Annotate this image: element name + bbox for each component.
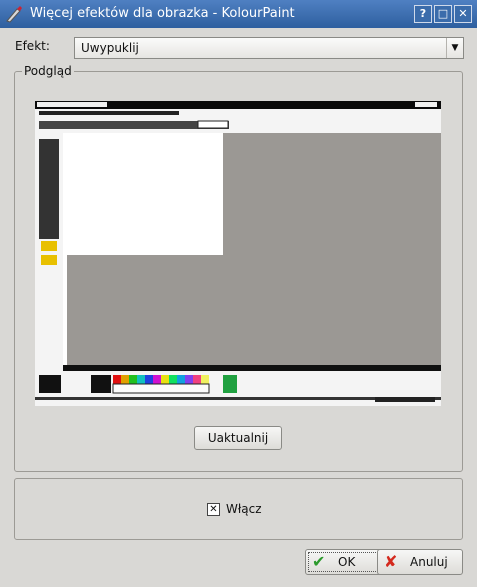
preview-group-title: Podgląd (22, 64, 74, 78)
enable-checkbox[interactable]: ✕ (207, 503, 220, 516)
effect-label: Efekt: (15, 39, 50, 53)
enable-label[interactable]: Włącz (226, 502, 262, 516)
maximize-button[interactable]: □ (434, 5, 452, 23)
cancel-x-icon: ✘ (384, 552, 398, 571)
ok-label: OK (338, 555, 356, 569)
preview-image (35, 101, 441, 406)
effect-combobox[interactable]: Uwypuklij ▼ (74, 37, 464, 59)
chevron-down-icon[interactable]: ▼ (446, 38, 463, 58)
checkmark-icon: ✔ (312, 552, 326, 571)
preview-embossed-screenshot (35, 101, 441, 406)
help-button[interactable]: ? (414, 5, 432, 23)
refresh-button[interactable]: Uaktualnij (194, 426, 282, 450)
window-title: Więcej efektów dla obrazka - KolourPaint (30, 6, 295, 21)
kolourpaint-app-icon (6, 6, 22, 23)
effect-selected-value: Uwypuklij (81, 41, 139, 55)
cancel-label: Anuluj (410, 555, 448, 569)
title-bar: Więcej efektów dla obrazka - KolourPaint… (0, 0, 477, 28)
cancel-button[interactable]: ✘ Anuluj (377, 549, 463, 575)
close-button[interactable]: ✕ (454, 5, 472, 23)
